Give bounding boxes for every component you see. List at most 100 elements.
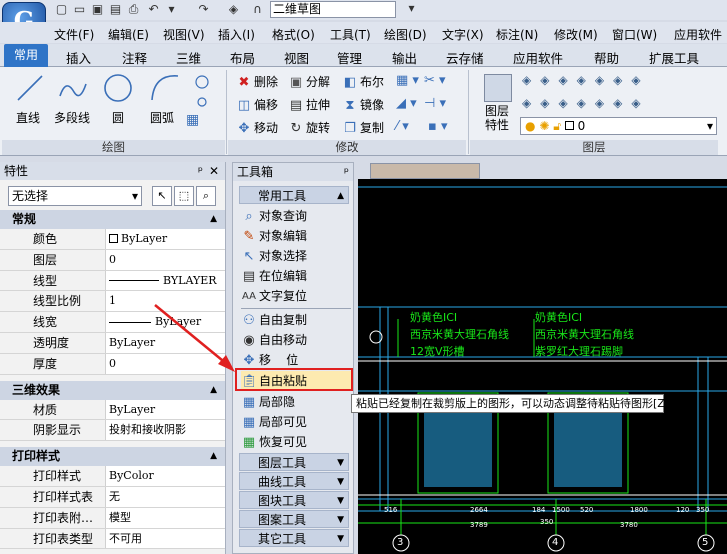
prop-row-plot-type[interactable]: 打印表类型 不可用 [0,528,225,550]
layer-color-swatch [564,121,574,130]
tab-help[interactable]: 帮助 [594,48,619,67]
section-general[interactable]: 常规 ▲ [0,210,225,229]
copy-button[interactable]: ❐ 复制 [342,119,384,137]
close-icon[interactable]: ✕ [209,162,219,180]
new-file-icon[interactable]: ▢ [54,2,69,17]
prop-row-shadow[interactable]: 阴影显示 投射和接收阴影 [0,420,225,442]
layer-properties-button[interactable]: 图层 特性 [485,104,509,132]
group-curve-tools[interactable]: 曲线工具 ▼ [239,472,349,490]
tab-annotate[interactable]: 注释 [122,48,147,67]
menu-view[interactable]: 视图(V) [163,26,205,43]
move-button[interactable]: ✥ 移动 [236,119,278,137]
tab-extensions[interactable]: 扩展工具 [649,48,699,67]
menu-draw[interactable]: 绘图(D) [384,26,427,43]
group-layer-tools[interactable]: 图层工具 ▼ [239,453,349,471]
hatch-icon[interactable]: ▦ [186,112,199,128]
fillet-icon[interactable]: ◢ ▾ [396,96,417,111]
explode-button[interactable]: ▣ 分解 [288,73,330,91]
arc-button[interactable]: 圆弧 [150,109,174,126]
tool-inplace-edit[interactable]: ▤ 在位编辑 [241,266,353,286]
array-icon[interactable]: ▦ ▾ [396,73,419,88]
layer-tools-row2-icons[interactable]: ◈◈◈◈◈◈◈ [522,96,650,110]
layer-tools-row1-icons[interactable]: ◈◈◈◈◈◈◈ [522,73,650,87]
menu-file[interactable]: 文件(F) [54,26,94,43]
redo-icon[interactable]: ↷ [196,2,211,17]
save-icon[interactable]: ▣ [90,2,105,17]
menu-edit[interactable]: 编辑(E) [108,26,149,43]
tool-free-copy[interactable]: ⚇ 自由复制 [241,310,353,330]
headset-icon[interactable]: ∩ [250,2,265,17]
circle-button[interactable]: 圆 [112,109,124,126]
tool-object-edit[interactable]: ✎ 对象编辑 [241,226,353,246]
tool-local-hide[interactable]: ▦ 局部隐 [241,392,353,412]
prop-row-plot-attached[interactable]: 打印表附… 模型 [0,507,225,529]
trim-icon[interactable]: ✂ ▾ [424,73,446,88]
group-hatch-tools[interactable]: 图案工具 ▼ [239,510,349,528]
prop-row-linetype[interactable]: 线型 BYLAYER [0,270,225,292]
tab-apps[interactable]: 应用软件 [513,48,563,67]
tab-cloud[interactable]: 云存储 [446,48,484,67]
mirror-button[interactable]: ⧗ 镜像 [342,96,384,114]
tab-view[interactable]: 视图 [284,48,309,67]
tool-object-select[interactable]: ↖ 对象选择 [241,246,353,266]
layers-icon[interactable]: ◈ [226,2,241,17]
tab-layout[interactable]: 布局 [230,48,255,67]
prop-row-plot-table[interactable]: 打印样式表无 [0,486,225,508]
polyline-button[interactable]: 多段线 [54,109,90,126]
group-block-tools[interactable]: 图块工具 ▼ [239,491,349,509]
undo-dropdown-icon[interactable]: ▾ [164,2,179,17]
menu-apps[interactable]: 应用软件 [674,26,722,43]
tool-restore-visible[interactable]: ▦ 恢复可见 [241,432,353,452]
stretch-button[interactable]: ▤ 拉伸 [288,96,330,114]
pin-icon[interactable]: ᵖ [198,162,203,180]
boolean-button[interactable]: ◧ 布尔 [342,73,384,91]
prop-row-plot-style[interactable]: 打印样式 ByColor [0,466,225,487]
menu-text[interactable]: 文字(X) [442,26,484,43]
rotate-button[interactable]: ↻ 旋转 [288,119,330,137]
tab-insert[interactable]: 插入 [66,48,91,67]
menu-tools[interactable]: 工具(T) [330,26,371,43]
group-common-tools[interactable]: 常用工具 ▲ [239,186,349,204]
menu-dimension[interactable]: 标注(N) [496,26,538,43]
join-icon[interactable]: ▪ ▾ [428,119,447,134]
tool-free-move[interactable]: ◉ 自由移动 [241,330,353,350]
quick-select-icon[interactable]: ⌕ [196,186,216,206]
tab-3d[interactable]: 三维 [176,48,201,67]
sun-icon: ✺ [539,119,550,133]
line-button[interactable]: 直线 [16,109,40,126]
document-tab[interactable] [370,163,480,179]
menu-window[interactable]: 窗口(W) [612,26,657,43]
tab-output[interactable]: 输出 [392,48,417,67]
text-reset-icon: AA [242,290,256,302]
prop-row-layer[interactable]: 图层 0 [0,249,225,271]
customize-dropdown-icon[interactable]: ▾ [404,1,419,16]
tab-manage[interactable]: 管理 [337,48,362,67]
menu-modify[interactable]: 修改(M) [554,26,598,43]
select-objects-icon[interactable]: ⬚ [174,186,194,206]
section-3d-effects[interactable]: 三维效果 ▲ [0,380,225,400]
group-other-tools[interactable]: 其它工具 ▼ [239,529,349,547]
selection-dropdown[interactable]: 无选择 ▾ [8,186,142,206]
pin-icon[interactable]: ᵖ [344,163,349,181]
print-icon[interactable]: ⎙ [126,2,141,17]
prop-row-material[interactable]: 材质 ByLayer [0,399,225,421]
save-as-icon[interactable]: ▤ [108,2,123,17]
tool-text-reset[interactable]: AA 文字复位 [241,286,353,306]
section-plot-style[interactable]: 打印样式 ▲ [0,447,225,467]
delete-button[interactable]: ✖ 删除 [236,73,278,91]
tab-home[interactable]: 常用 [4,44,48,68]
tool-object-query[interactable]: ⌕ 对象查询 [241,206,353,226]
menu-insert[interactable]: 插入(I) [218,26,255,43]
open-folder-icon[interactable]: ▭ [72,2,87,17]
menu-format[interactable]: 格式(O) [272,26,315,43]
layer-dropdown[interactable]: ● ✺ 🔓︎ 0 ▾ [520,117,717,135]
tool-local-visible[interactable]: ▦ 局部可见 [241,412,353,432]
extend-icon[interactable]: ⊣ ▾ [424,96,446,111]
tool-shift[interactable]: ✥ 移 位 [241,350,353,370]
prop-row-color[interactable]: 颜色 ByLayer [0,229,225,250]
break-icon[interactable]: ⁄ ▾ [396,119,409,134]
cad-label: 奶黄色ICI [535,311,583,324]
offset-button[interactable]: ◫ 偏移 [236,96,278,114]
undo-icon[interactable]: ↶ [146,2,161,17]
toggle-pickadd-icon[interactable]: ↖ [152,186,172,206]
